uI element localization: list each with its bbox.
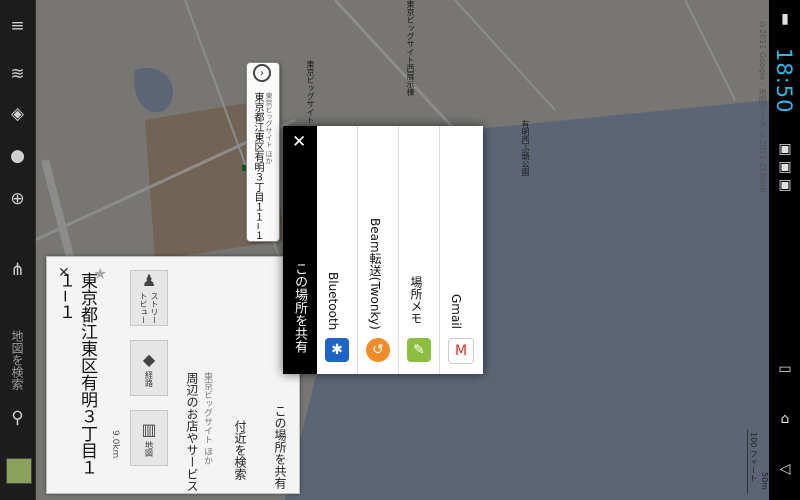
notification-icon[interactable]: ▣ <box>774 140 796 158</box>
back-icon[interactable]: ◁ <box>774 460 796 478</box>
share-option-beam[interactable]: Beam転送(Twonky) ↺ <box>358 126 398 374</box>
places-icon[interactable]: ● <box>0 142 35 170</box>
menu-icon[interactable]: ≡ <box>0 12 35 40</box>
share-place-row[interactable]: この場所を共有 <box>272 405 289 489</box>
scale-m-label: 50m <box>760 472 769 490</box>
street-view-icon: ♟ <box>141 271 157 290</box>
recent-apps-icon[interactable]: ▭ <box>774 360 796 378</box>
place-card-title: 東京都江東区有明３丁目１１−１ <box>55 272 97 476</box>
share-option-gmail[interactable]: Gmail M <box>440 126 480 374</box>
scale-ft-label: 100 フィート <box>749 432 758 482</box>
search-nearby-row[interactable]: 付近を検索 <box>232 420 249 480</box>
battery-icon: ▮ <box>781 11 789 27</box>
nearby-services-row[interactable]: 周辺のお店やサービス <box>184 372 201 492</box>
chevron-right-icon[interactable]: › <box>253 64 271 82</box>
close-icon[interactable]: ✕ <box>292 132 306 152</box>
app-logo-icon <box>6 458 32 484</box>
pin-bubble-subtitle: 東京ビッグサイト ほか <box>265 92 273 165</box>
clock: 18:50 <box>772 48 796 114</box>
route-icon: ◆ <box>142 349 156 369</box>
directions-icon[interactable]: ◈ <box>0 100 35 128</box>
map-button[interactable]: ▥ 地図 <box>130 410 168 466</box>
share-option-bluetooth[interactable]: Bluetooth ✱ <box>317 126 357 374</box>
my-location-icon[interactable]: ⊕ <box>0 185 35 213</box>
place-card-distance: 9.0km <box>110 430 120 459</box>
pin-bubble-title: 東京都江東区有明３丁目１１−１ <box>252 92 263 241</box>
search-icon[interactable]: ⚲ <box>0 404 35 432</box>
map-copyright: ©2011 Google - 地図データ ©2011 ZENRIN <box>758 20 767 193</box>
home-icon[interactable]: ⌂ <box>774 410 796 428</box>
search-hint[interactable]: 地図を検索 <box>9 330 26 390</box>
share-option-place-memo[interactable]: 場所メモ ✎ <box>399 126 439 374</box>
usb-icon[interactable]: ▣ <box>774 176 796 194</box>
nearby-services-sub: 東京ビッグサイト ほか <box>202 372 212 465</box>
download-icon[interactable]: ▣ <box>774 158 796 176</box>
mic-icon[interactable]: ⋔ <box>0 256 35 284</box>
layers-icon[interactable]: ≋ <box>0 60 35 88</box>
gmail-icon: M <box>448 338 474 364</box>
share-dialog-title: この場所を共有 <box>292 262 307 353</box>
route-button[interactable]: ◆ 経路 <box>130 340 168 396</box>
street-view-button[interactable]: ♟ ストリートビュー <box>130 270 168 326</box>
place-memo-icon: ✎ <box>407 338 431 362</box>
bluetooth-icon: ✱ <box>325 338 349 362</box>
beam-icon: ↺ <box>366 338 390 362</box>
map-icon: ▥ <box>141 419 157 439</box>
